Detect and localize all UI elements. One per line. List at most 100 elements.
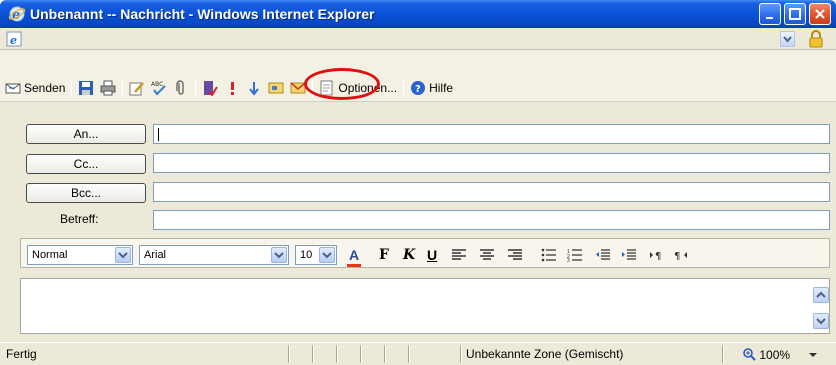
security-zone: Unbekannte Zone (Gemischt): [466, 347, 624, 361]
lock-icon: [809, 30, 823, 48]
subject-field[interactable]: [153, 210, 830, 230]
toolbar-separator: [122, 79, 124, 97]
svg-text:¶: ¶: [655, 251, 661, 262]
zoom-dropdown-icon[interactable]: [808, 351, 818, 359]
compose-form: An... Cc... Bcc... Betreff: Normal Arial…: [0, 102, 836, 342]
italic-button[interactable]: K: [403, 247, 415, 263]
toolbar-separator: [71, 79, 73, 97]
align-center-icon[interactable]: [479, 248, 495, 262]
text-caret: [158, 128, 159, 141]
send-icon: [5, 83, 21, 94]
print-icon: [100, 80, 116, 96]
italic-label: K: [403, 247, 416, 263]
font-color-swatch: [347, 264, 361, 267]
status-divider: [312, 345, 314, 363]
paperclip-icon: [176, 80, 185, 95]
to-button-label: An...: [73, 127, 99, 141]
subject-label: Betreff:: [60, 212, 99, 226]
scroll-up-button[interactable]: [813, 287, 829, 303]
sign-button[interactable]: [265, 77, 287, 99]
to-button[interactable]: An...: [26, 124, 146, 144]
help-button[interactable]: ? Hilfe: [407, 77, 456, 99]
minimize-icon: [766, 17, 773, 19]
size-select[interactable]: 10: [295, 245, 337, 265]
chevron-down-icon: [816, 318, 826, 325]
priority-low-icon: [249, 82, 260, 96]
toolbar-separator: [403, 79, 405, 97]
status-bar: Fertig Unbekannte Zone (Gemischt) 100%: [0, 342, 836, 365]
status-divider: [336, 345, 338, 363]
chevron-down-icon: [319, 247, 335, 263]
message-body[interactable]: [20, 278, 830, 334]
title-bar: e Unbenannt -- Nachricht - Windows Inter…: [0, 0, 836, 28]
address-bar: e: [0, 28, 836, 50]
minimize-button[interactable]: [759, 3, 781, 25]
underline-label: U: [427, 247, 438, 263]
close-button[interactable]: [809, 3, 831, 25]
style-value: Normal: [32, 249, 68, 261]
check-names-button[interactable]: [199, 77, 221, 99]
highlight-circle: [304, 68, 380, 100]
edit-button[interactable]: [126, 77, 148, 99]
save-icon: [79, 81, 94, 95]
status-divider: [722, 345, 724, 363]
help-label: Hilfe: [429, 81, 454, 95]
font-select[interactable]: Arial: [139, 245, 289, 265]
font-color-button[interactable]: A: [347, 247, 361, 267]
message-toolbar: Senden ABC Optionen... ? Hilfe: [0, 50, 836, 102]
close-icon: [815, 9, 825, 19]
bcc-button[interactable]: Bcc...: [26, 183, 146, 203]
address-dropdown-button[interactable]: [780, 31, 795, 47]
print-button[interactable]: [97, 77, 119, 99]
bcc-field[interactable]: [153, 182, 830, 202]
to-field[interactable]: [153, 124, 830, 144]
zoom-icon: [743, 348, 756, 361]
bold-label: F: [379, 247, 389, 263]
address-book-icon: [204, 81, 219, 96]
chevron-down-icon: [115, 247, 131, 263]
svg-text:?: ?: [415, 84, 421, 95]
style-select[interactable]: Normal: [27, 245, 133, 265]
status-text: Fertig: [6, 347, 37, 361]
maximize-icon: [789, 8, 801, 20]
chevron-down-icon: [783, 36, 792, 43]
size-value: 10: [300, 249, 313, 261]
svg-text:¶: ¶: [674, 251, 680, 262]
status-divider: [460, 345, 462, 363]
attach-button[interactable]: [170, 77, 192, 99]
bold-button[interactable]: F: [379, 247, 389, 263]
ltr-direction-icon[interactable]: ¶: [649, 248, 665, 262]
status-divider: [408, 345, 410, 363]
align-left-icon[interactable]: [451, 248, 467, 262]
format-toolbar: Normal Arial 10 A F K U 123 ¶ ¶: [20, 238, 830, 268]
status-divider: [360, 345, 362, 363]
cc-button[interactable]: Cc...: [26, 154, 146, 174]
cc-field[interactable]: [153, 153, 830, 173]
scroll-down-button[interactable]: [813, 313, 829, 329]
send-label: Senden: [24, 81, 66, 95]
maximize-button[interactable]: [784, 3, 806, 25]
zoom-level[interactable]: 100%: [742, 347, 790, 362]
spellcheck-button[interactable]: ABC: [148, 77, 170, 99]
font-value: Arial: [144, 249, 167, 261]
priority-high-button[interactable]: [221, 77, 243, 99]
status-divider: [384, 345, 386, 363]
indent-icon[interactable]: [621, 248, 637, 262]
rtl-direction-icon[interactable]: ¶: [673, 248, 689, 262]
edit-icon: [129, 82, 145, 96]
numbered-list-icon[interactable]: 123: [567, 248, 583, 262]
bcc-button-label: Bcc...: [70, 186, 101, 200]
window-title: Unbenannt -- Nachricht - Windows Interne…: [30, 6, 375, 22]
align-right-icon[interactable]: [507, 248, 523, 262]
underline-button[interactable]: U: [427, 247, 437, 263]
save-button[interactable]: [75, 77, 97, 99]
send-button[interactable]: Senden: [2, 77, 68, 99]
priority-low-button[interactable]: [243, 77, 265, 99]
chevron-up-icon: [816, 291, 826, 298]
svg-text:3: 3: [567, 258, 570, 262]
bullet-list-icon[interactable]: [541, 248, 557, 262]
outdent-icon[interactable]: [595, 248, 611, 262]
chevron-down-icon: [271, 247, 287, 263]
page-icon: e: [6, 31, 22, 47]
priority-high-icon: [231, 82, 235, 95]
